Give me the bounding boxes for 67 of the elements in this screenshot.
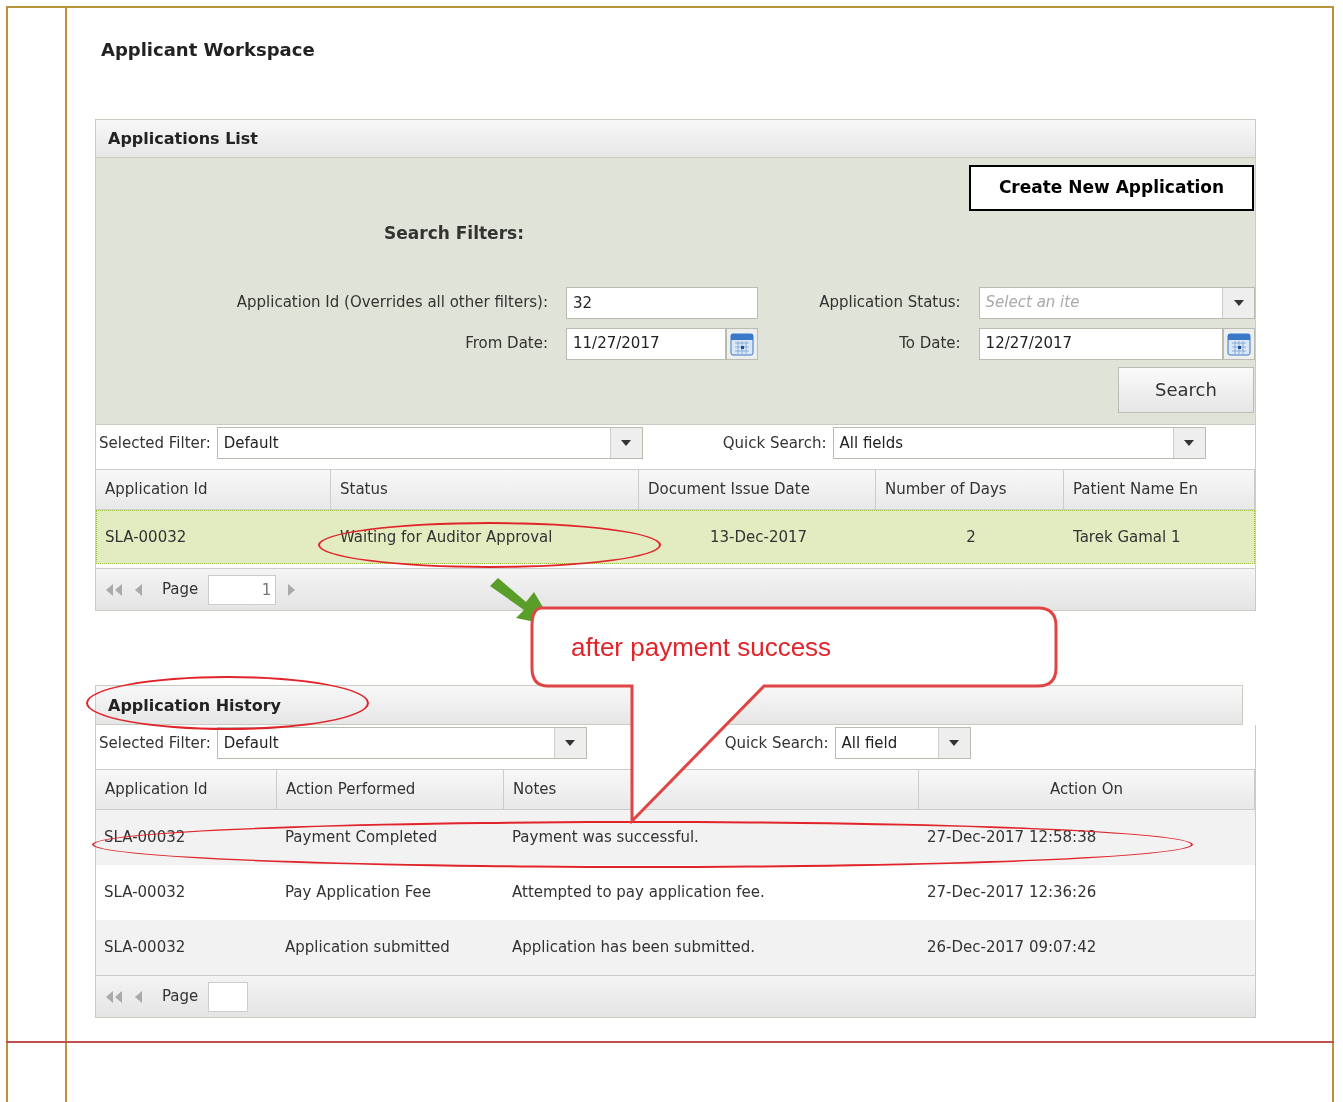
filter-dropdown[interactable]: Default bbox=[216, 727, 587, 759]
table-cell-text: Waiting for Auditor Approval bbox=[340, 526, 553, 548]
previous-page-icon[interactable] bbox=[134, 583, 144, 596]
date-field[interactable]: 12/27/2017 bbox=[978, 327, 1223, 360]
application-id-field[interactable]: 32 bbox=[566, 286, 759, 319]
field-label: Quick Search: bbox=[722, 432, 827, 454]
caret-icon bbox=[565, 740, 576, 746]
table-cell-text: SLA-00032 bbox=[104, 827, 186, 849]
table-cell-text: 13-Dec-2017 bbox=[709, 526, 808, 548]
field-label: Selected Filter: bbox=[98, 732, 211, 754]
search-button[interactable]: Search bbox=[1118, 366, 1254, 413]
field-label: Quick Search: bbox=[724, 732, 829, 754]
next-page-icon[interactable] bbox=[286, 583, 297, 596]
filters-heading: Search Filters: bbox=[384, 222, 524, 245]
page-label: Page bbox=[162, 579, 199, 601]
column-header[interactable]: Status bbox=[331, 470, 639, 509]
table-cell-text: 27-Dec-2017 12:36:26 bbox=[927, 882, 1097, 904]
column-header[interactable]: Application Id bbox=[96, 470, 331, 509]
table-cell-text: Payment Completed bbox=[285, 827, 438, 849]
field-label: Application Id (Overrides all other filters): bbox=[236, 292, 549, 314]
column-header[interactable]: Number of Days bbox=[876, 470, 1064, 509]
table-row[interactable]: SLA-00032 Application submitted Application has been submitted. 26-Dec-2017 09:07:42 bbox=[96, 920, 1255, 975]
page-title: Applicant Workspace bbox=[101, 38, 316, 62]
field-label: To Date: bbox=[899, 333, 961, 355]
previous-page-icon[interactable] bbox=[134, 990, 144, 1003]
table-cell-text: Application submitted bbox=[285, 937, 450, 959]
create-application-button[interactable]: Create New Application bbox=[969, 165, 1254, 211]
quick-search-dropdown[interactable]: All field bbox=[834, 727, 971, 759]
page-field[interactable]: 1 bbox=[208, 574, 277, 605]
table-cell-text: Payment was successful. bbox=[512, 827, 699, 849]
calendar-icon[interactable] bbox=[730, 331, 755, 356]
status-dropdown[interactable]: Select an ite bbox=[978, 286, 1255, 319]
table-cell-text: SLA-00032 bbox=[104, 882, 186, 904]
caret-icon bbox=[621, 440, 632, 446]
dropdown-button[interactable] bbox=[1222, 287, 1254, 318]
column-header[interactable]: Action Performed bbox=[277, 770, 504, 809]
field-label: Application Status: bbox=[819, 292, 961, 314]
filter-dropdown[interactable]: Default bbox=[216, 427, 643, 459]
calendar-icon[interactable] bbox=[1227, 331, 1251, 356]
date-field[interactable]: 11/27/2017 bbox=[566, 327, 727, 360]
table-cell-text: Attempted to pay application fee. bbox=[512, 882, 765, 904]
table-cell-text: 2 bbox=[966, 526, 976, 548]
table-cell-text: Pay Application Fee bbox=[285, 882, 432, 904]
field-label: Selected Filter: bbox=[98, 432, 211, 454]
table-cell-text: Tarek Gamal 1 bbox=[1073, 526, 1181, 548]
column-header[interactable]: Application Id bbox=[96, 770, 277, 809]
callout-text: after payment success bbox=[571, 631, 832, 664]
table-cell-text: 26-Dec-2017 09:07:42 bbox=[927, 937, 1097, 959]
table-row[interactable]: SLA-00032 Waiting for Auditor Approval 13-Dec-2017 2 Tarek Gamal 1 bbox=[96, 510, 1255, 564]
caret-icon bbox=[949, 740, 959, 746]
table-cell-text: Application has been submitted. bbox=[512, 937, 756, 959]
panel-header: Applications List bbox=[96, 120, 1255, 158]
table-cell-text: SLA-00032 bbox=[105, 526, 187, 548]
first-page-icon[interactable] bbox=[104, 990, 124, 1003]
page-label: Page bbox=[162, 986, 199, 1008]
caret-icon bbox=[1184, 440, 1194, 446]
field-label: From Date: bbox=[465, 333, 549, 355]
column-header[interactable]: Patient Name En bbox=[1064, 470, 1255, 509]
table-cell-text: SLA-00032 bbox=[104, 937, 186, 959]
table-row[interactable]: SLA-00032 Payment Completed Payment was successful. 27-Dec-2017 12:58:38 bbox=[96, 810, 1255, 865]
page-field[interactable] bbox=[208, 981, 249, 1012]
first-page-icon[interactable] bbox=[104, 583, 124, 596]
caret-icon bbox=[1233, 299, 1244, 306]
column-header[interactable]: Action On bbox=[919, 770, 1255, 809]
table-cell-text: 27-Dec-2017 12:58:38 bbox=[927, 827, 1097, 849]
quick-search-dropdown[interactable]: All fields bbox=[832, 427, 1206, 459]
column-header[interactable]: Document Issue Date bbox=[639, 470, 876, 509]
